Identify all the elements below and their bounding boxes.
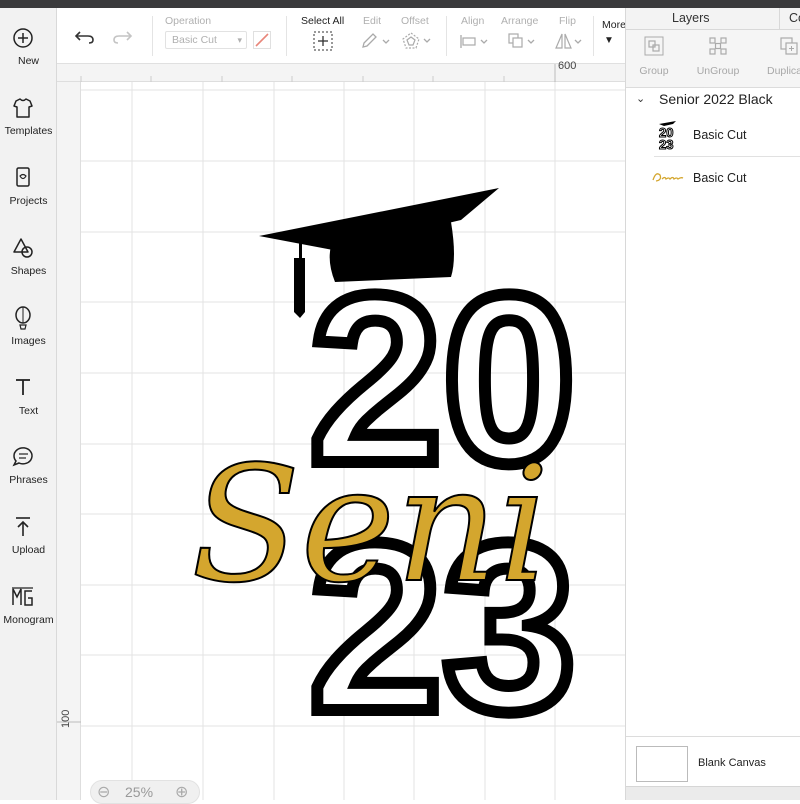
sidebar-item-templates[interactable]: Templates: [0, 90, 57, 150]
panel-tabs: Layers Co: [626, 8, 800, 30]
duplicate-button[interactable]: Duplica: [760, 36, 800, 77]
layer-label: Basic Cut: [693, 171, 747, 185]
layer-actions: Group UnGroup Duplica: [626, 30, 800, 88]
ruler-ticks: [80, 64, 556, 82]
arrange-label: Arrange: [501, 15, 539, 27]
layer-group-row[interactable]: ⌄ Senior 2022 Black: [626, 88, 800, 114]
operation-value: Basic Cut: [172, 34, 217, 46]
ungroup-button[interactable]: UnGroup: [688, 36, 748, 77]
layers-panel: Layers Co Group UnGroup Duplica ⌄ Senior…: [625, 8, 800, 800]
canvas-artwork: 20 23 Seni: [81, 82, 625, 800]
flip-label: Flip: [559, 15, 576, 27]
sidebar-item-upload[interactable]: Upload: [0, 509, 57, 569]
sidebar-item-monogram[interactable]: Monogram: [0, 579, 57, 639]
ungroup-icon: [709, 37, 727, 55]
chevron-down-icon[interactable]: ⌄: [636, 92, 645, 105]
ungroup-label: UnGroup: [696, 65, 740, 77]
shapes-icon: [13, 238, 33, 258]
sidebar-item-label: Projects: [9, 195, 48, 207]
group-icon: [644, 36, 664, 56]
edit-pencil-icon[interactable]: [360, 32, 392, 50]
group-label: Group: [639, 65, 669, 77]
flip-icon[interactable]: [554, 31, 586, 51]
blank-canvas-label: Blank Canvas: [698, 757, 766, 769]
offset-icon[interactable]: [401, 31, 433, 51]
layer-label: Basic Cut: [693, 128, 747, 142]
toolbar-divider: [446, 16, 447, 56]
tab-divider: [779, 8, 780, 30]
align-label: Align: [461, 15, 485, 27]
zoom-value: 25%: [125, 784, 154, 800]
operation-select[interactable]: Basic Cut ▾: [165, 31, 247, 49]
layer-thumbnail-2023: 20 23: [659, 121, 676, 151]
select-all-label: Select All: [301, 15, 345, 27]
left-sidebar: New Templates Projects Shapes Images Tex…: [0, 8, 57, 800]
top-ruler: 600: [57, 60, 625, 82]
duplicate-icon: [780, 37, 798, 55]
senior-script-text: Seni: [191, 431, 550, 618]
ruler-label-600: 600: [558, 60, 577, 72]
blank-canvas-swatch[interactable]: [636, 746, 688, 782]
undo-icon[interactable]: [74, 26, 96, 46]
tab-color-sync[interactable]: Co: [789, 11, 800, 25]
sidebar-item-shapes[interactable]: Shapes: [0, 230, 57, 290]
sidebar-item-projects[interactable]: Projects: [0, 160, 57, 220]
sidebar-item-label: Text: [18, 405, 39, 417]
left-ruler: 100: [57, 82, 81, 800]
plus-circle-icon: [13, 28, 33, 48]
edit-label: Edit: [363, 15, 382, 27]
zoom-out-button[interactable]: ⊖: [97, 782, 110, 802]
more-caret-icon[interactable]: ▼: [604, 35, 614, 46]
toolbar-divider: [152, 16, 153, 56]
sidebar-item-label: Templates: [4, 125, 53, 137]
arrange-icon[interactable]: [507, 32, 539, 50]
sidebar-item-label: Images: [11, 335, 46, 347]
svg-text:23: 23: [659, 137, 673, 151]
redo-icon[interactable]: [111, 26, 133, 46]
layer-thumbnail-senior: [652, 173, 684, 182]
ruler-ticks-left: [57, 721, 81, 723]
projects-icon: [16, 167, 30, 187]
speech-bubble-icon: [12, 447, 33, 467]
monogram-icon: [12, 587, 33, 606]
edit-toolbar: Operation Basic Cut ▾ Select All Edit Of…: [57, 8, 626, 64]
sidebar-item-text[interactable]: Text: [0, 370, 57, 430]
sidebar-item-label: Shapes: [10, 265, 47, 277]
align-icon[interactable]: [459, 33, 491, 51]
sidebar-item-label: New: [17, 55, 39, 67]
blank-canvas-row[interactable]: Blank Canvas: [626, 736, 800, 792]
toolbar-divider: [593, 16, 594, 56]
toolbar-divider: [286, 16, 287, 56]
tab-layers[interactable]: Layers: [672, 11, 710, 25]
zoom-control: ⊖ 25% ⊕: [90, 780, 200, 804]
sidebar-item-label: Phrases: [9, 474, 48, 486]
select-all-icon[interactable]: [313, 31, 333, 51]
design-canvas[interactable]: 20 23 Seni: [81, 82, 625, 800]
operation-label: Operation: [165, 15, 212, 27]
offset-label: Offset: [401, 15, 429, 27]
window-top-bar: [0, 0, 800, 8]
zoom-in-button[interactable]: ⊕: [175, 782, 188, 802]
balloon-icon: [15, 306, 31, 330]
group-name: Senior 2022 Black: [659, 91, 773, 107]
sidebar-item-phrases[interactable]: Phrases: [0, 439, 57, 499]
sidebar-item-label: Upload: [11, 544, 46, 556]
upload-icon: [16, 517, 30, 536]
linetype-color-swatch[interactable]: [253, 31, 271, 49]
duplicate-label: Duplica: [767, 65, 800, 77]
sidebar-item-label: Monogram: [3, 614, 54, 626]
tshirt-icon: [13, 98, 33, 118]
layer-item[interactable]: Basic Cut: [652, 157, 800, 200]
chevron-down-icon: ▾: [237, 35, 242, 45]
group-button[interactable]: Group: [624, 36, 684, 77]
layer-item[interactable]: 20 23 Basic Cut: [654, 114, 800, 157]
sidebar-item-images[interactable]: Images: [0, 300, 57, 360]
text-icon: [16, 379, 30, 395]
panel-bottom-strip: [626, 786, 800, 800]
sidebar-item-new[interactable]: New: [0, 20, 57, 80]
more-label[interactable]: More: [602, 19, 626, 31]
